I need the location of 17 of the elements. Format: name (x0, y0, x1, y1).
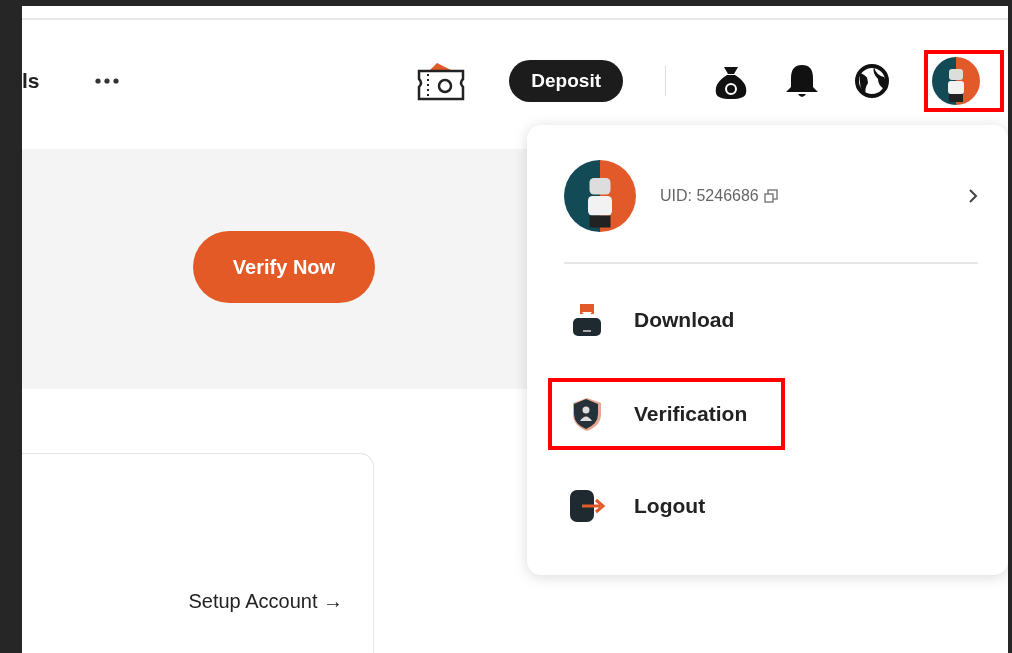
menu-item[interactable]: Download (548, 282, 773, 358)
shield-icon (572, 396, 602, 432)
avatar-button[interactable] (924, 49, 1004, 112)
verify-now-button[interactable]: Verify Now (193, 231, 375, 303)
menu-item[interactable]: Verification (548, 378, 786, 450)
globe-icon[interactable] (854, 62, 890, 99)
deposit-button[interactable]: Deposit (509, 59, 623, 102)
chevron-right-icon[interactable] (968, 188, 978, 204)
menu-item[interactable]: Logout (548, 470, 744, 542)
nav-link[interactable]: ls (22, 68, 40, 93)
avatar-icon (932, 56, 980, 105)
avatar-icon (564, 160, 636, 232)
more-icon[interactable] (94, 77, 119, 84)
copy-icon[interactable] (762, 188, 779, 204)
setup-account-link[interactable]: Setup Account → (188, 590, 343, 613)
uid-text: UID: 5246686 (660, 187, 759, 205)
logout-icon (568, 488, 606, 524)
